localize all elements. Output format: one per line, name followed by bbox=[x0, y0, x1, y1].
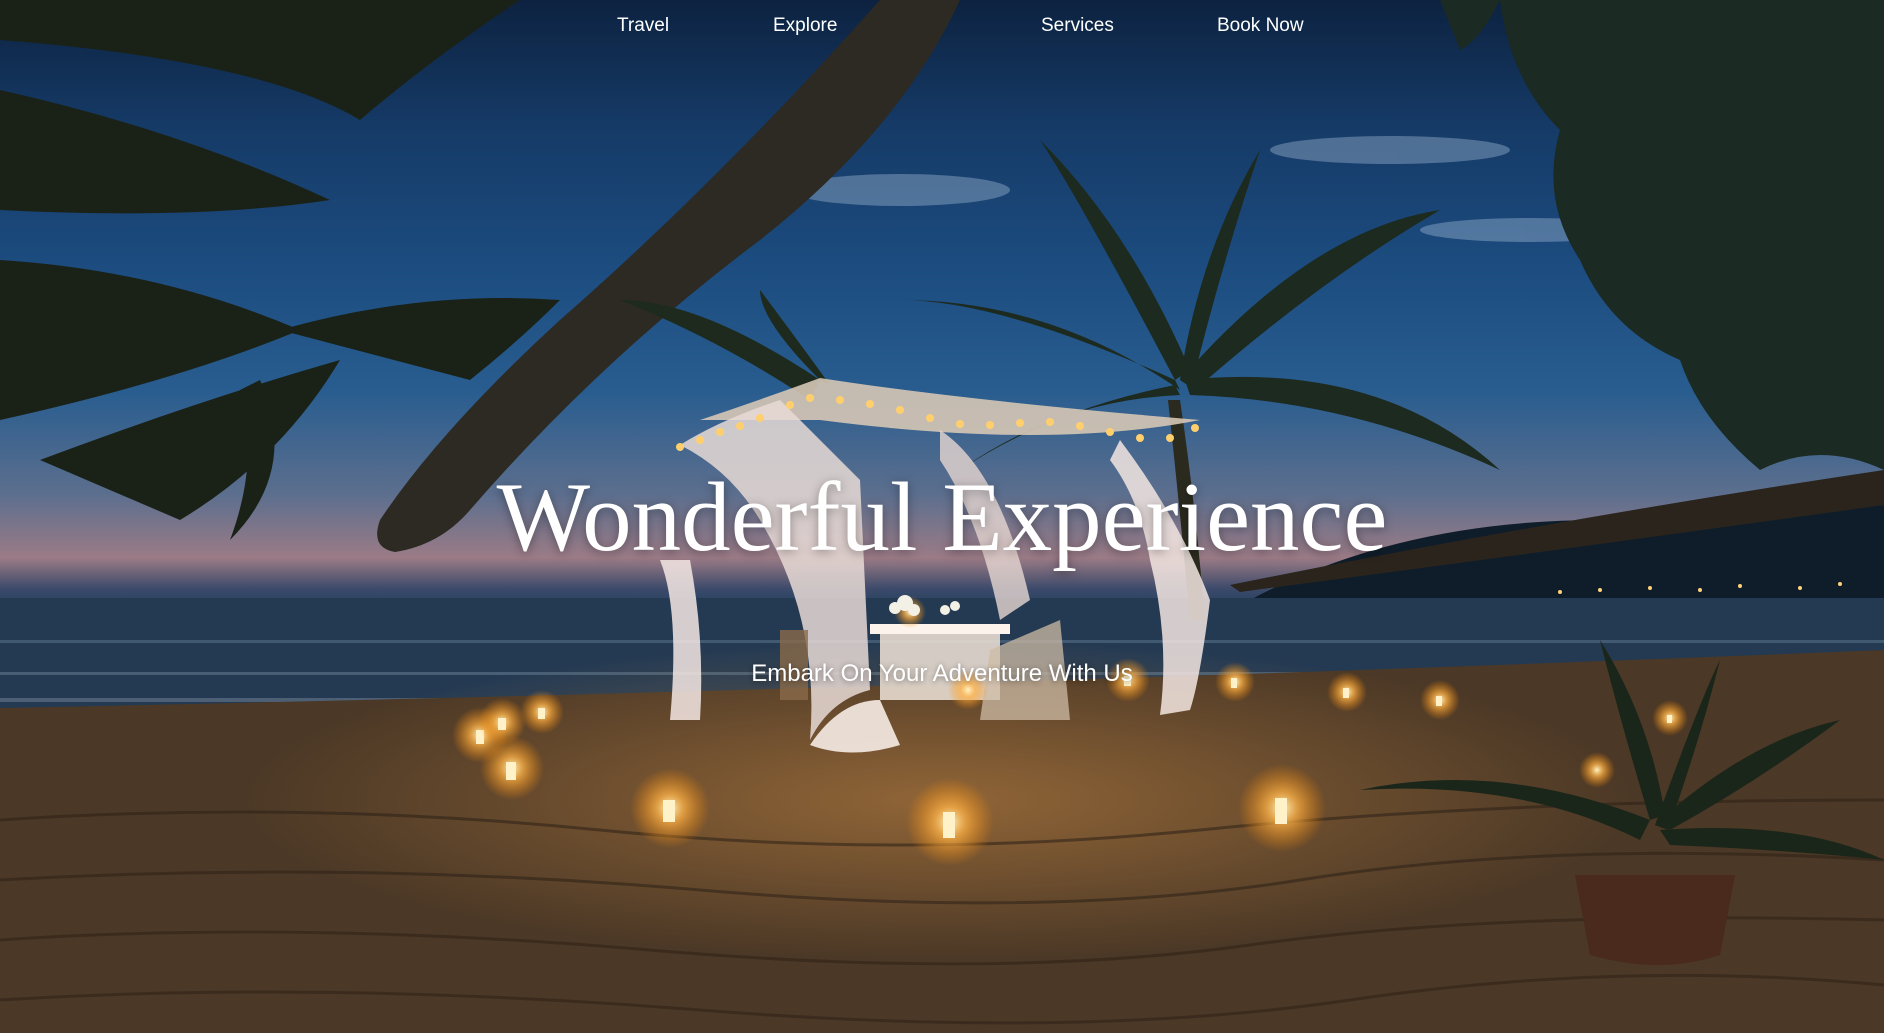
hero-section: Travel Explore Services Book Now Wonderf… bbox=[0, 0, 1884, 1033]
nav-link-services[interactable]: Services bbox=[1041, 13, 1114, 39]
hero-headline: Wonderful Experience bbox=[496, 463, 1388, 572]
nav-link-travel[interactable]: Travel bbox=[617, 13, 669, 39]
pot bbox=[1575, 875, 1735, 965]
top-navigation: Travel Explore Services Book Now bbox=[0, 13, 1884, 39]
hero-tagline: Embark On Your Adventure With Us bbox=[751, 660, 1133, 687]
nav-link-explore[interactable]: Explore bbox=[773, 13, 837, 39]
clouds bbox=[790, 136, 1640, 242]
nav-link-book-now[interactable]: Book Now bbox=[1217, 13, 1304, 39]
